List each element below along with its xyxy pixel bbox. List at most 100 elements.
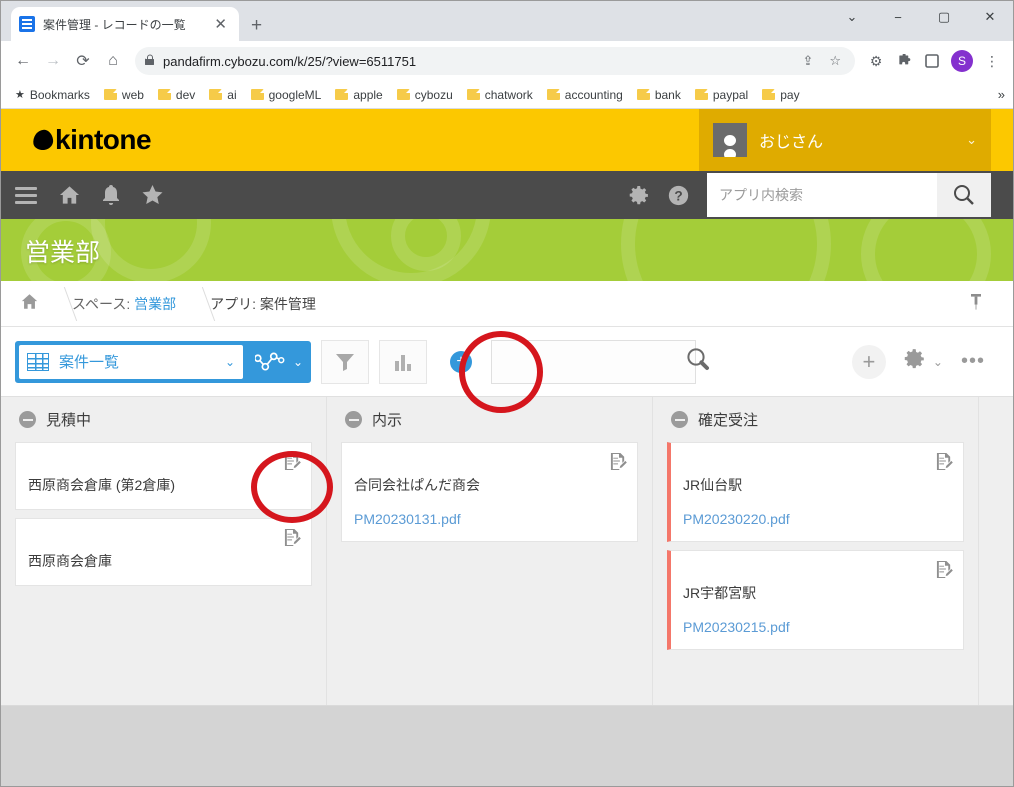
app-search-input[interactable] <box>717 186 927 204</box>
chevron-down-icon[interactable]: ⌄ <box>966 132 977 148</box>
browser-tab[interactable]: 案件管理 - レコードの一覧 ✕ <box>11 7 239 41</box>
bookmark-folder-chatwork[interactable]: chatwork <box>461 85 539 105</box>
view-toolbar: 案件一覧 ⌄ ⌄ + <box>1 327 1013 397</box>
bookmarks-manager-item[interactable]: ★ Bookmarks <box>9 85 96 105</box>
reload-button[interactable]: ⟳ <box>69 47 97 75</box>
bookmark-folder-bank[interactable]: bank <box>631 85 687 105</box>
minimize-button[interactable]: − <box>875 10 921 25</box>
extensions-icon[interactable] <box>891 48 917 74</box>
collapse-icon[interactable] <box>671 411 688 428</box>
folder-icon <box>158 89 171 100</box>
star-icon: ★ <box>15 88 25 101</box>
edit-record-icon[interactable] <box>284 452 301 471</box>
forward-button[interactable]: → <box>39 47 67 75</box>
add-field-button[interactable]: + <box>437 340 485 384</box>
card-attachment-link[interactable]: PM20230220.pdf <box>683 511 951 527</box>
breadcrumb: スペース: 営業部 アプリ: 案件管理 <box>1 281 1013 327</box>
tab-favicon-icon <box>19 16 35 32</box>
kintone-nav: ? <box>1 171 1013 219</box>
folder-icon <box>695 89 708 100</box>
app-settings-button[interactable]: ⌄ <box>904 348 943 376</box>
notification-bell-icon[interactable] <box>102 185 120 205</box>
nav-settings-gear-icon[interactable] <box>629 185 650 206</box>
bookmarks-overflow-icon[interactable]: » <box>998 87 1005 102</box>
bookmark-label: bank <box>655 88 681 102</box>
bookmark-label: ai <box>227 88 236 102</box>
chevron-down-icon[interactable]: ⌄ <box>225 355 235 369</box>
kanban-board: 見積中 西原商会倉庫 (第2倉庫) 西原商会倉庫 内示 <box>1 397 1013 706</box>
maximize-button[interactable]: ▢ <box>921 9 967 25</box>
table-view-icon <box>27 353 49 371</box>
breadcrumb-space-link[interactable]: 営業部 <box>134 296 176 312</box>
new-tab-button[interactable]: + <box>251 16 262 35</box>
bookmark-folder-paypal[interactable]: paypal <box>689 85 754 105</box>
record-search-icon[interactable] <box>685 346 711 377</box>
view-name: 案件一覧 <box>59 351 215 372</box>
board-card[interactable]: 西原商会倉庫 <box>15 518 312 586</box>
bookmark-folder-apple[interactable]: apple <box>329 85 388 105</box>
edit-record-icon[interactable] <box>936 452 953 471</box>
kintone-logo[interactable]: kintone <box>33 124 151 156</box>
bookmark-folder-ai[interactable]: ai <box>203 85 242 105</box>
back-button[interactable]: ← <box>9 47 37 75</box>
bookmark-folder-googleml[interactable]: googleML <box>245 85 328 105</box>
board-card[interactable]: JR宇都宮駅 PM20230215.pdf <box>667 550 964 650</box>
user-menu[interactable]: おじさん ⌄ <box>699 109 991 171</box>
help-icon[interactable]: ? <box>668 185 689 206</box>
view-selector-field[interactable]: 案件一覧 ⌄ <box>19 345 243 379</box>
app-search-box[interactable] <box>707 173 937 217</box>
bookmark-label: googleML <box>269 88 322 102</box>
side-panel-icon[interactable] <box>919 48 945 74</box>
share-icon[interactable]: ⇪ <box>798 53 817 69</box>
edit-record-icon[interactable] <box>284 528 301 547</box>
banner-decoration <box>621 219 831 281</box>
board-card[interactable]: 合同会社ぱんだ商会 PM20230131.pdf <box>341 442 638 542</box>
bookmark-label: chatwork <box>485 88 533 102</box>
app-search-button[interactable] <box>937 173 991 217</box>
chevron-down-icon[interactable]: ⌄ <box>293 355 303 369</box>
url-text: pandafirm.cybozu.com/k/25/?view=6511751 <box>163 54 790 69</box>
folder-icon <box>335 89 348 100</box>
address-bar[interactable]: pandafirm.cybozu.com/k/25/?view=6511751 … <box>135 47 855 75</box>
board-card[interactable]: JR仙台駅 PM20230220.pdf <box>667 442 964 542</box>
tab-close-icon[interactable]: ✕ <box>210 15 231 34</box>
card-attachment-link[interactable]: PM20230215.pdf <box>683 619 951 635</box>
chart-button[interactable] <box>379 340 427 384</box>
tab-search-chevron-icon[interactable]: ⌄ <box>829 9 875 25</box>
chevron-down-icon[interactable]: ⌄ <box>933 355 943 369</box>
bookmark-folder-pay[interactable]: pay <box>756 85 805 105</box>
bookmark-folder-cybozu[interactable]: cybozu <box>391 85 459 105</box>
svg-text:?: ? <box>674 188 682 203</box>
filter-button[interactable] <box>321 340 369 384</box>
home-icon[interactable] <box>59 185 80 205</box>
tab-title: 案件管理 - レコードの一覧 <box>43 16 202 33</box>
bookmark-folder-dev[interactable]: dev <box>152 85 201 105</box>
column-title: 見積中 <box>46 409 91 430</box>
more-options-icon[interactable]: ••• <box>961 350 985 373</box>
close-window-button[interactable]: ✕ <box>967 9 1013 25</box>
graph-view-button[interactable]: ⌄ <box>247 351 311 373</box>
new-record-button[interactable]: + <box>852 345 886 379</box>
bookmark-star-icon[interactable]: ☆ <box>825 53 845 69</box>
breadcrumb-home-icon[interactable] <box>11 293 48 315</box>
pin-icon[interactable] <box>969 293 983 315</box>
chrome-menu-icon[interactable]: ⋮ <box>979 48 1005 74</box>
bookmark-folder-web[interactable]: web <box>98 85 150 105</box>
favorite-star-icon[interactable] <box>142 185 163 205</box>
card-attachment-link[interactable]: PM20230131.pdf <box>354 511 625 527</box>
menu-hamburger-icon[interactable] <box>15 187 37 204</box>
card-title: 西原商会倉庫 (第2倉庫) <box>28 475 299 495</box>
view-selector[interactable]: 案件一覧 ⌄ ⌄ <box>15 341 311 383</box>
edit-record-icon[interactable] <box>936 560 953 579</box>
collapse-icon[interactable] <box>345 411 362 428</box>
settings-icon[interactable]: ⚙ <box>863 48 889 74</box>
record-search-field[interactable] <box>491 340 696 384</box>
home-button[interactable]: ⌂ <box>99 47 127 75</box>
record-search-input[interactable] <box>500 353 685 371</box>
board-card[interactable]: 西原商会倉庫 (第2倉庫) <box>15 442 312 510</box>
collapse-icon[interactable] <box>19 411 36 428</box>
bookmark-folder-accounting[interactable]: accounting <box>541 85 629 105</box>
breadcrumb-separator <box>186 281 200 327</box>
edit-record-icon[interactable] <box>610 452 627 471</box>
profile-avatar[interactable]: S <box>951 50 973 72</box>
